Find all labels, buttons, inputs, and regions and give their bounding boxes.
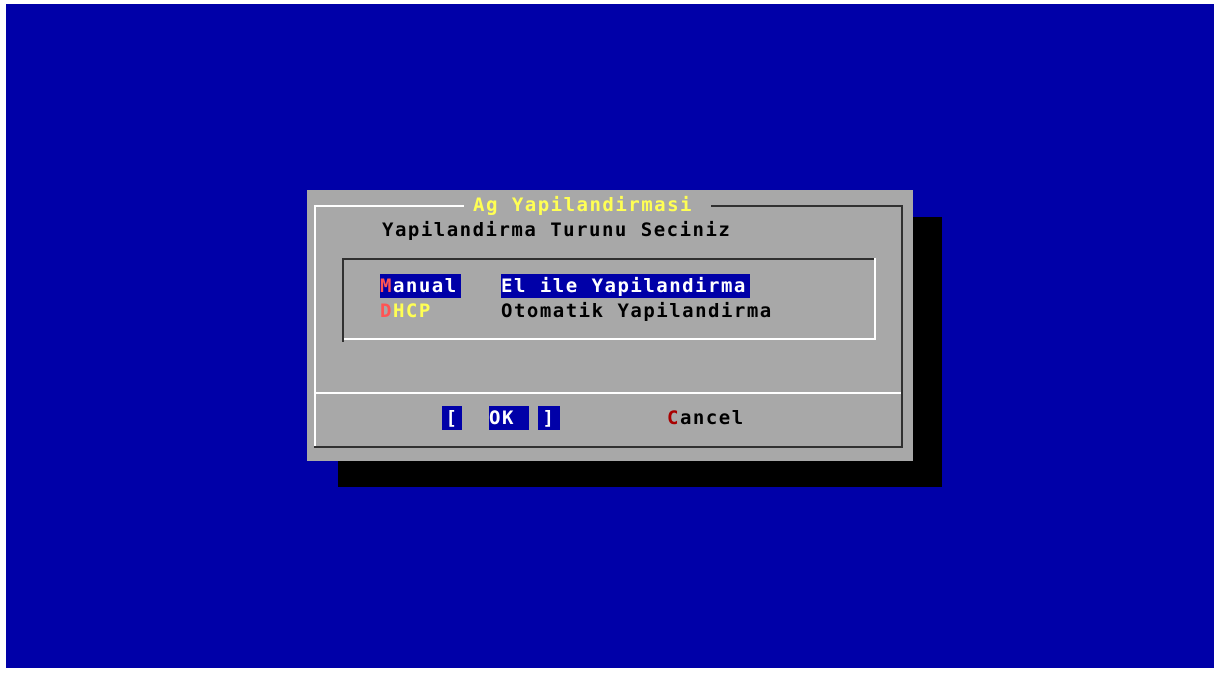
cancel-button[interactable]: Cancel: [667, 406, 745, 430]
ok-button[interactable]: [ OK ]: [442, 406, 560, 430]
menu-box-bottom: [344, 338, 876, 340]
ok-button-right-bracket: ]: [538, 406, 560, 430]
menu-item-manual-tag-rest: anual: [392, 275, 458, 297]
dialog-frame-bottom: [314, 446, 903, 448]
menu-box-left: [342, 258, 344, 342]
ok-button-hotkey: O: [489, 407, 502, 429]
menu-item-manual-hotkey: M: [380, 275, 393, 297]
dialog-prompt: Yapilandirma Turunu Seciniz: [382, 219, 732, 241]
dialog-frame-top-right: [711, 205, 903, 207]
ok-button-left-bracket: [: [442, 406, 462, 430]
dialog-title: Ag Yapilandirmasi: [473, 194, 693, 216]
button-separator: [316, 392, 901, 394]
ok-button-label: OK: [489, 406, 529, 430]
menu-box-top: [342, 258, 876, 260]
menu-item-manual-tag[interactable]: Manual: [380, 274, 461, 298]
menu-box-right: [874, 258, 876, 340]
dialog-frame-left: [314, 205, 316, 448]
cancel-button-label-rest: ancel: [679, 407, 745, 429]
dialog-frame-right: [901, 205, 903, 448]
menu-item-dhcp-description[interactable]: Otomatik Yapilandirma: [501, 299, 773, 323]
ok-button-label-rest: K: [501, 407, 515, 429]
menu-item-dhcp-hotkey: D: [380, 300, 393, 322]
network-config-dialog: Ag Yapilandirmasi Yapilandirma Turunu Se…: [307, 190, 913, 461]
dialog-frame-top-left: [314, 205, 464, 207]
menu-item-dhcp-tag-rest: HCP: [392, 300, 432, 322]
cancel-button-hotkey: C: [667, 407, 680, 429]
menu-item-manual-description[interactable]: El ile Yapilandirma: [501, 274, 750, 298]
menu-item-dhcp-tag[interactable]: DHCP: [380, 299, 432, 323]
